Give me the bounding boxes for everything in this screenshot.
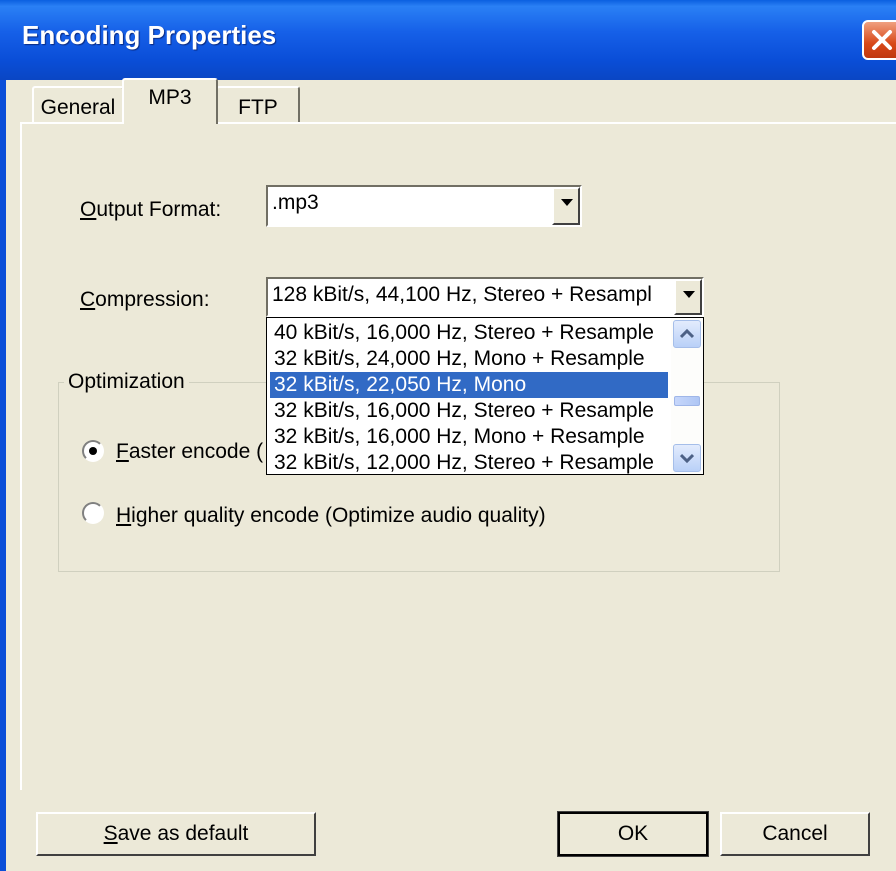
dropdown-option[interactable]: 32 kBit/s, 16,000 Hz, Mono + Resample (270, 424, 668, 450)
ok-button[interactable]: OK (557, 811, 709, 857)
higher-quality-mnemonic: H (116, 504, 132, 527)
tab-general[interactable]: General (32, 86, 124, 124)
tab-general-label: General (40, 96, 116, 119)
dropdown-option[interactable]: 32 kBit/s, 12,000 Hz, Stereo + Resample (270, 450, 668, 474)
dropdown-option-highlighted[interactable]: 32 kBit/s, 22,050 Hz, Mono (270, 372, 668, 398)
faster-encode-radio[interactable] (82, 440, 104, 462)
compression-dropdown-list[interactable]: 40 kBit/s, 16,000 Hz, Stereo + Resample … (266, 317, 704, 475)
save-as-default-button[interactable]: Save as default (36, 812, 316, 856)
cancel-button-label: Cancel (762, 822, 828, 845)
faster-encode-label[interactable]: Faster encode ( (116, 440, 263, 464)
dropdown-option[interactable]: 32 kBit/s, 24,000 Hz, Mono + Resample (270, 346, 668, 372)
save-default-label-text: ave as default (117, 822, 249, 845)
radio-selected-dot (89, 447, 97, 455)
window-title: Encoding Properties (22, 20, 277, 50)
save-default-mnemonic: S (103, 822, 118, 845)
ok-button-label: OK (617, 822, 649, 845)
compression-value: 128 kBit/s, 44,100 Hz, Stereo + Resampl (272, 283, 652, 306)
tab-ftp[interactable]: FTP (216, 86, 300, 124)
title-bar: Encoding Properties (0, 0, 896, 80)
chevron-down-icon (561, 199, 573, 206)
close-icon (872, 30, 892, 50)
output-format-label-text: utput Format: (96, 198, 222, 221)
dropdown-option[interactable]: 32 kBit/s, 16,000 Hz, Stereo + Resample (270, 398, 668, 424)
tab-mp3[interactable]: MP3 (122, 78, 218, 124)
higher-quality-radio[interactable] (82, 502, 104, 524)
chevron-up-icon (680, 328, 694, 339)
scroll-down-button[interactable] (673, 444, 701, 472)
compression-dropdown-button[interactable] (674, 279, 702, 315)
output-format-dropdown-button[interactable] (552, 187, 580, 225)
window-frame-left (0, 80, 6, 871)
compression-label-text: ompression: (95, 288, 210, 311)
faster-encode-label-text: aster encode ( (128, 440, 264, 463)
dropdown-scrollbar[interactable] (671, 318, 703, 474)
faster-encode-mnemonic: F (116, 440, 129, 463)
output-format-value: .mp3 (272, 191, 319, 214)
dropdown-option[interactable]: 40 kBit/s, 16,000 Hz, Stereo + Resample (270, 320, 668, 346)
optimization-title: Optimization (64, 370, 189, 394)
output-format-label: Output Format: (80, 198, 221, 222)
higher-quality-label[interactable]: Higher quality encode (Optimize audio qu… (116, 504, 546, 528)
close-button[interactable] (862, 20, 896, 60)
higher-quality-label-text: igher quality encode (Optimize audio qua… (131, 504, 546, 527)
scroll-thumb[interactable] (674, 396, 700, 406)
cancel-button[interactable]: Cancel (720, 812, 870, 856)
compression-select[interactable]: 128 kBit/s, 44,100 Hz, Stereo + Resampl (266, 277, 704, 317)
tab-ftp-label: FTP (238, 96, 278, 119)
compression-mnemonic: C (80, 288, 96, 311)
tab-mp3-label: MP3 (148, 86, 192, 109)
compression-label: Compression: (80, 288, 210, 312)
chevron-down-icon (680, 453, 694, 464)
output-format-mnemonic: O (80, 198, 97, 221)
chevron-down-icon (683, 291, 695, 298)
output-format-select[interactable]: .mp3 (266, 185, 582, 227)
scroll-up-button[interactable] (673, 320, 701, 348)
